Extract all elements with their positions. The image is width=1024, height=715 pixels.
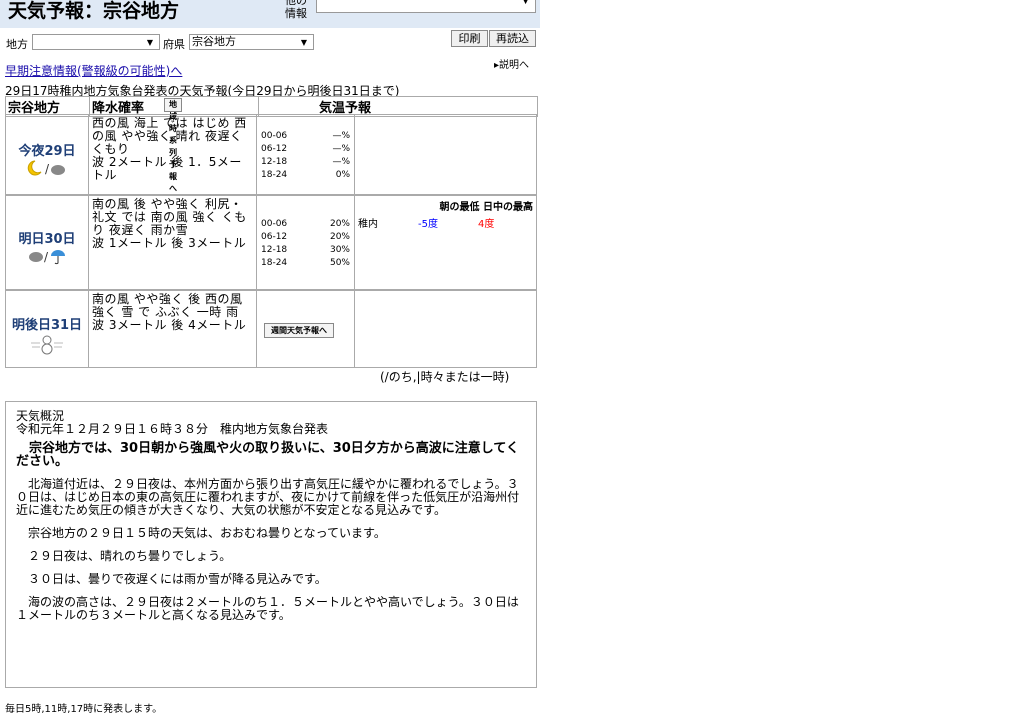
early-warning-link[interactable]: 早期注意情報(警報級の可能性)へ bbox=[5, 62, 182, 79]
temp-row: 稚内 -5度 4度 bbox=[358, 215, 533, 230]
reload-button[interactable]: 再読込 bbox=[489, 30, 536, 47]
temp-city: 稚内 bbox=[358, 219, 378, 230]
pop-value: 50% bbox=[329, 258, 350, 268]
snowman-wind-icon bbox=[31, 335, 63, 355]
pop-value: 0% bbox=[335, 170, 350, 180]
pref-label: 府県 bbox=[163, 38, 185, 51]
chevron-down-icon: ▼ bbox=[300, 38, 307, 47]
page-title: 天気予報：宗谷地方 bbox=[8, 0, 180, 22]
svg-text:/: / bbox=[44, 250, 49, 264]
pop-value: 30% bbox=[329, 245, 350, 255]
overview-paragraph: ２９日夜は、晴れのち曇りでしょう。 bbox=[28, 549, 232, 563]
forecast-temp-cell bbox=[354, 114, 537, 195]
temp-head: 朝の最低 日中の最高 bbox=[358, 198, 533, 213]
pop-row: 18-24 50% bbox=[261, 257, 350, 270]
overview-paragraph: 北海道付近は、２９日夜は、本州方面から張り出す高気圧に緩やかに覆われるでしょう。… bbox=[16, 477, 520, 517]
snowman-wind-icon bbox=[6, 333, 88, 359]
weather-overview: 天気概況 令和元年１２月２９日１６時３８分 稚内地方気象台発表 宗谷地方では、3… bbox=[5, 401, 537, 688]
overview-paragraph: 海の波の高さは、２９日夜は２メートルのち１．５メートルとやや高いでしょう。３０日… bbox=[16, 595, 519, 622]
pop-row: 06-12 20% bbox=[261, 231, 350, 244]
forecast-temp-cell bbox=[354, 290, 537, 368]
forecast-temp-cell: 朝の最低 日中の最高稚内 -5度 4度 bbox=[354, 195, 537, 290]
forecast-day-cell: 明日30日 / bbox=[5, 195, 89, 290]
forecast-legend: (/のち,|時々または一時) bbox=[380, 370, 510, 384]
pop-row: 00-06 20% bbox=[261, 218, 350, 231]
pop-time: 18-24 bbox=[261, 170, 288, 180]
weekly-forecast-button[interactable]: 週間天気予報へ bbox=[264, 323, 334, 338]
other-info-label: 他の 情報 bbox=[285, 0, 307, 20]
forecast-weather-text: 西の風 海上 では はじめ 西の風 やや強く 晴れ 夜遅く くもり 波 2メート… bbox=[88, 114, 257, 195]
temp-head-high: 日中の最高 bbox=[483, 202, 533, 213]
pop-value: —% bbox=[332, 144, 350, 154]
chevron-down-icon: ▼ bbox=[146, 38, 153, 47]
forecast-day-name: 今夜29日 bbox=[18, 144, 76, 159]
forecast-day-name: 明後日31日 bbox=[11, 318, 83, 333]
forecast-pop-cell: 00-06 —% 06-12 —% 12-18 —% 18-24 0% bbox=[256, 114, 355, 195]
pop-time: 06-12 bbox=[261, 144, 288, 154]
area-label: 地方 bbox=[6, 38, 28, 51]
pop-time: 06-12 bbox=[261, 232, 288, 242]
pop-time: 00-06 bbox=[261, 131, 288, 141]
temp-head-low: 朝の最低 bbox=[439, 202, 480, 213]
pop-value: 20% bbox=[329, 232, 350, 242]
temp-high: 4度 bbox=[478, 219, 495, 230]
moon-cloud-icon: / bbox=[27, 160, 65, 176]
pop-row: 18-24 0% bbox=[261, 169, 350, 182]
pop-row: 12-18 30% bbox=[261, 244, 350, 257]
forecast-weather-text: 南の風 やや強く 後 西の風 強く 雪 で ふぶく 一時 雨 波 3メートル 後… bbox=[88, 290, 257, 368]
forecast-pop-cell: 週間天気予報へ bbox=[256, 290, 355, 368]
pop-row: 00-06 —% bbox=[261, 130, 350, 143]
chevron-down-icon: ▼ bbox=[522, 0, 529, 6]
print-button[interactable]: 印刷 bbox=[451, 30, 488, 47]
overview-issued: 令和元年１２月２９日１６時３８分 稚内地方気象台発表 bbox=[16, 422, 329, 436]
other-info-select[interactable]: ▼ bbox=[316, 0, 536, 13]
cloud-umbrella-icon: / bbox=[29, 250, 65, 265]
pop-time: 12-18 bbox=[261, 245, 288, 255]
pop-value: —% bbox=[332, 157, 350, 167]
forecast-weather-text: 南の風 後 やや強く 利尻・礼文 では 南の風 強く くもり 夜遅く 雨か雪 波… bbox=[88, 195, 257, 290]
pop-value: 20% bbox=[329, 219, 350, 229]
forecast-pop-cell: 00-06 20% 06-12 20% 12-18 30% 18-24 50% bbox=[256, 195, 355, 290]
pop-time: 00-06 bbox=[261, 219, 288, 229]
forecast-day-name: 明日30日 bbox=[18, 232, 76, 247]
svg-text:/: / bbox=[45, 162, 50, 176]
pref-select[interactable]: 宗谷地方 ▼ bbox=[189, 34, 314, 50]
forecast-day-cell: 今夜29日 / bbox=[5, 114, 89, 195]
pop-time: 12-18 bbox=[261, 157, 288, 167]
pref-select-value: 宗谷地方 bbox=[192, 35, 236, 48]
forecast-day-cell: 明後日31日 bbox=[5, 290, 89, 368]
pop-value: —% bbox=[332, 131, 350, 141]
area-timeseries-button[interactable]: 地域時系列予報へ bbox=[164, 98, 182, 193]
pop-row: 12-18 —% bbox=[261, 156, 350, 169]
moon-cloud-icon: / bbox=[6, 159, 88, 181]
cloud-umbrella-icon: / bbox=[6, 247, 88, 269]
overview-paragraph: 宗谷地方の２９日１５時の天気は、おおむね曇りとなっています。 bbox=[28, 526, 386, 540]
temp-low: -5度 bbox=[418, 219, 438, 230]
area-select[interactable]: ▼ bbox=[32, 34, 160, 50]
pop-row: 06-12 —% bbox=[261, 143, 350, 156]
help-link[interactable]: ▸説明へ bbox=[494, 56, 529, 71]
overview-paragraph: ３０日は、曇りで夜遅くには雨か雪が降る見込みです。 bbox=[28, 572, 327, 586]
pop-time: 18-24 bbox=[261, 258, 288, 268]
overview-headline: 宗谷地方では、30日朝から強風や火の取り扱いに、30日夕方から高波に注意してくだ… bbox=[16, 441, 520, 469]
